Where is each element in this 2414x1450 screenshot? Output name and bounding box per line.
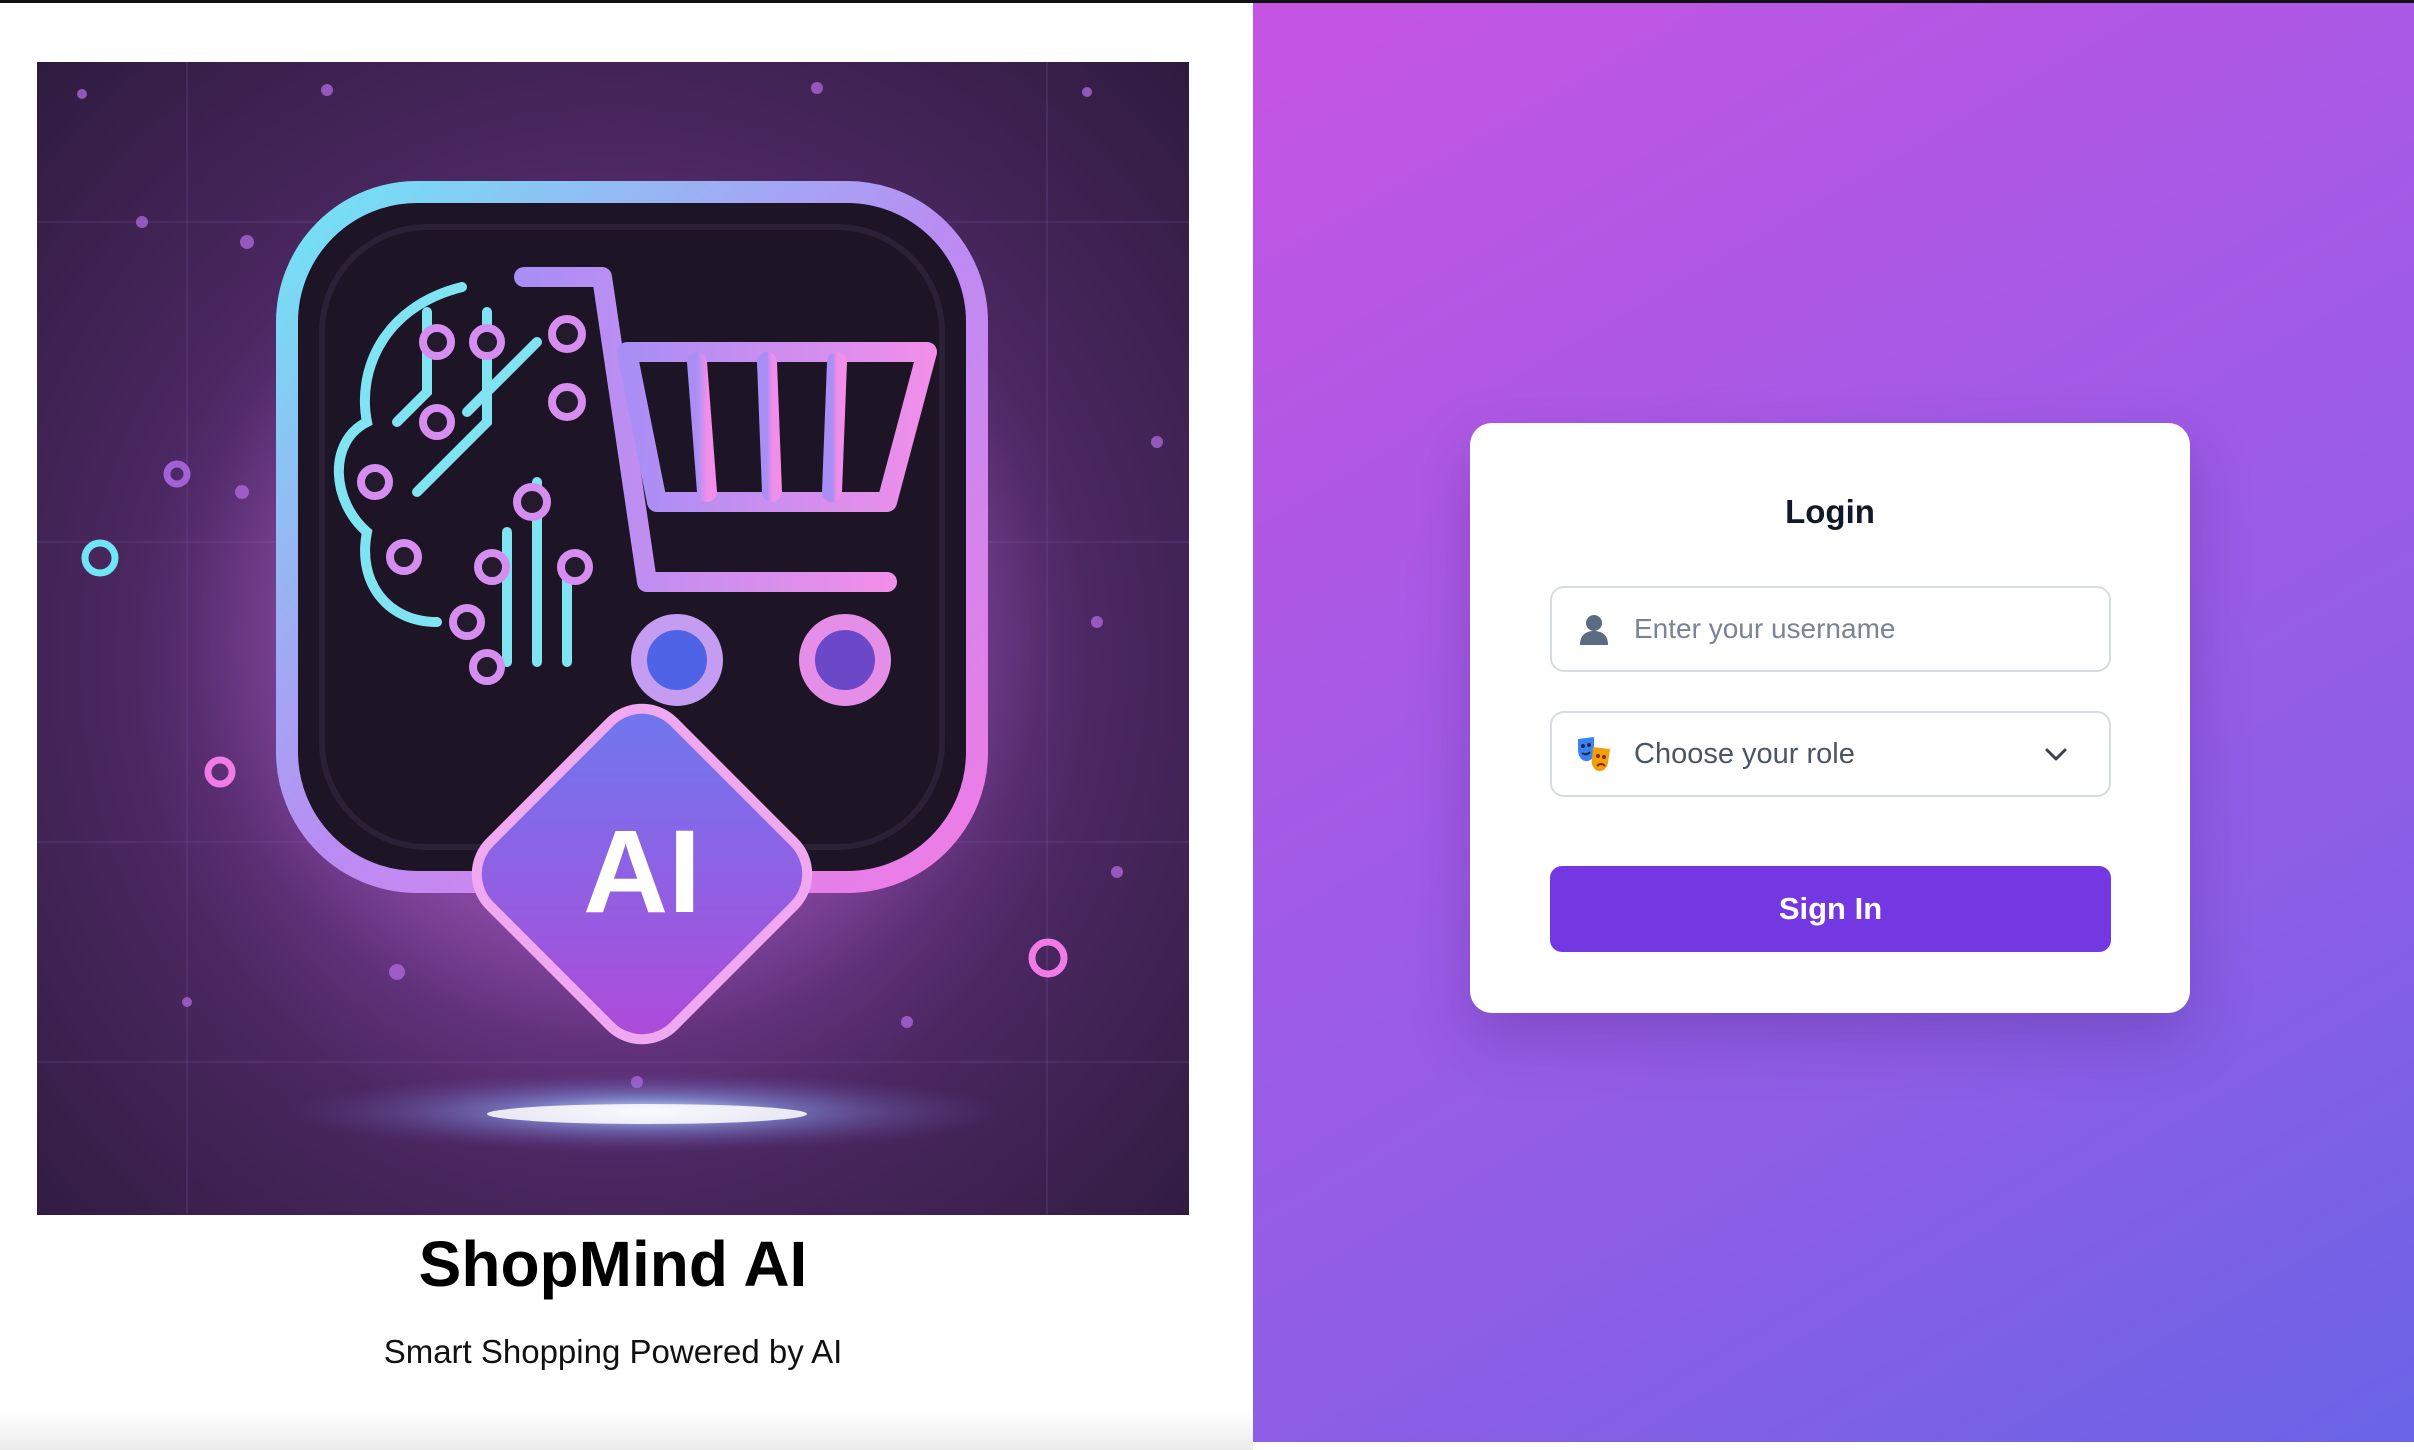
sign-in-button[interactable]: Sign In	[1550, 866, 2111, 952]
username-input[interactable]	[1634, 613, 2109, 645]
logo-ai-badge: AI	[583, 806, 701, 938]
role-select-value: Choose your role	[1634, 737, 1855, 770]
role-select[interactable]: Choose your role	[1550, 711, 2111, 797]
shopmind-logo-image: AI	[37, 62, 1189, 1215]
user-silhouette-icon	[1574, 609, 1614, 649]
username-field[interactable]	[1550, 586, 2111, 672]
brand-panel: AI ShopMind AI Smart Shopping Powered by…	[0, 3, 1253, 1450]
login-title: Login	[1785, 493, 1875, 530]
chevron-down-icon	[2045, 748, 2067, 761]
brand-title: ShopMind AI	[418, 1228, 808, 1300]
panel-bottom-shade	[0, 1410, 1253, 1450]
login-panel: Login Choose your	[1253, 3, 2414, 1442]
theater-masks-icon	[1574, 734, 1614, 774]
login-card: Login Choose your	[1470, 423, 2190, 1013]
brand-tagline: Smart Shopping Powered by AI	[383, 1333, 843, 1370]
